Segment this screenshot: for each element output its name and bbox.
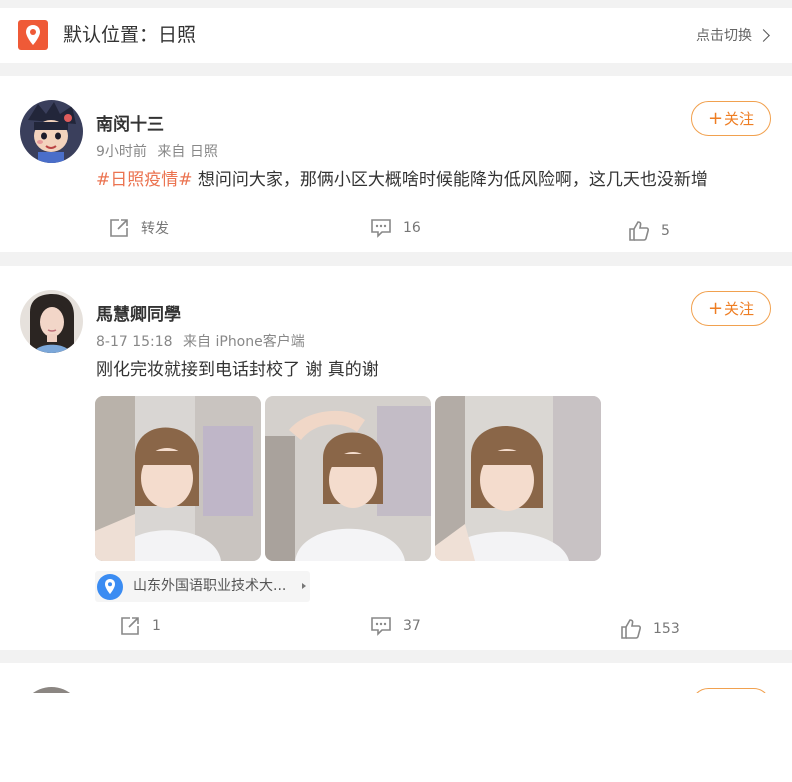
post-meta: 8-17 15:18 来自 iPhone客户端 — [96, 333, 311, 351]
location-tag-label: 山东外国语职业技术大... — [133, 578, 287, 594]
share-icon — [121, 617, 139, 635]
location-pin-icon — [18, 20, 48, 50]
username[interactable]: 馬慧卿同學 — [96, 304, 181, 326]
post-meta: 9小时前 来自 日照 — [96, 143, 224, 161]
content-cutoff — [0, 693, 792, 782]
follow-button[interactable]: +关注 — [691, 101, 771, 136]
comment-button[interactable]: 16 — [369, 216, 421, 240]
post-image[interactable] — [95, 396, 261, 561]
section-divider — [0, 63, 792, 76]
repost-button[interactable]: 1 — [118, 614, 161, 638]
map-pin-icon — [97, 574, 123, 600]
post-card — [0, 663, 792, 782]
post-text: #日照疫情# 想问问大家，那俩小区大概啥时候能降为低风险啊，这几天也没新增 — [96, 168, 772, 192]
repost-button[interactable]: 转发 — [107, 216, 169, 240]
follow-button[interactable]: +关注 — [691, 291, 771, 326]
post-image[interactable] — [265, 396, 431, 561]
post-body: 想问问大家，那俩小区大概啥时候能降为低风险啊，这几天也没新增 — [192, 170, 708, 190]
switch-location-link[interactable]: 点击切换 — [696, 27, 752, 45]
username[interactable]: 南闵十三 — [96, 114, 164, 136]
section-divider — [0, 650, 792, 663]
post-time: 9小时前 — [96, 144, 147, 160]
chevron-right-icon[interactable] — [757, 29, 770, 42]
share-icon — [110, 219, 128, 237]
section-divider — [0, 252, 792, 266]
plus-icon: + — [707, 298, 724, 319]
comment-icon — [371, 219, 391, 238]
comment-icon — [371, 617, 391, 636]
hashtag-link[interactable]: #日照疫情# — [96, 170, 193, 190]
location-title: 默认位置：日照 — [63, 24, 197, 46]
post-text: 刚化完妆就接到电话封校了 谢 真的谢 — [96, 360, 379, 380]
plus-icon: + — [707, 108, 724, 129]
avatar[interactable] — [20, 100, 83, 163]
location-bar[interactable]: 默认位置：日照 点击切换 — [0, 8, 792, 63]
avatar[interactable] — [20, 290, 83, 353]
post-time: 8-17 15:18 — [96, 334, 173, 350]
thumbs-up-icon — [621, 619, 641, 639]
like-button[interactable]: 5 — [627, 219, 670, 243]
caret-right-icon — [302, 583, 306, 589]
thumbs-up-icon — [629, 221, 649, 241]
post-card: 南闵十三 9小时前 来自 日照 #日照疫情# 想问问大家，那俩小区大概啥时候能降… — [0, 76, 792, 252]
post-source: 来自 日照 — [157, 144, 218, 160]
post-source: 来自 iPhone客户端 — [183, 334, 305, 350]
like-button[interactable]: 153 — [619, 617, 680, 641]
post-image[interactable] — [435, 396, 601, 561]
location-tag[interactable]: 山东外国语职业技术大... — [95, 571, 310, 602]
top-divider — [0, 0, 792, 8]
comment-button[interactable]: 37 — [369, 614, 421, 638]
post-card: 馬慧卿同學 8-17 15:18 来自 iPhone客户端 刚化完妆就接到电话封… — [0, 266, 792, 650]
